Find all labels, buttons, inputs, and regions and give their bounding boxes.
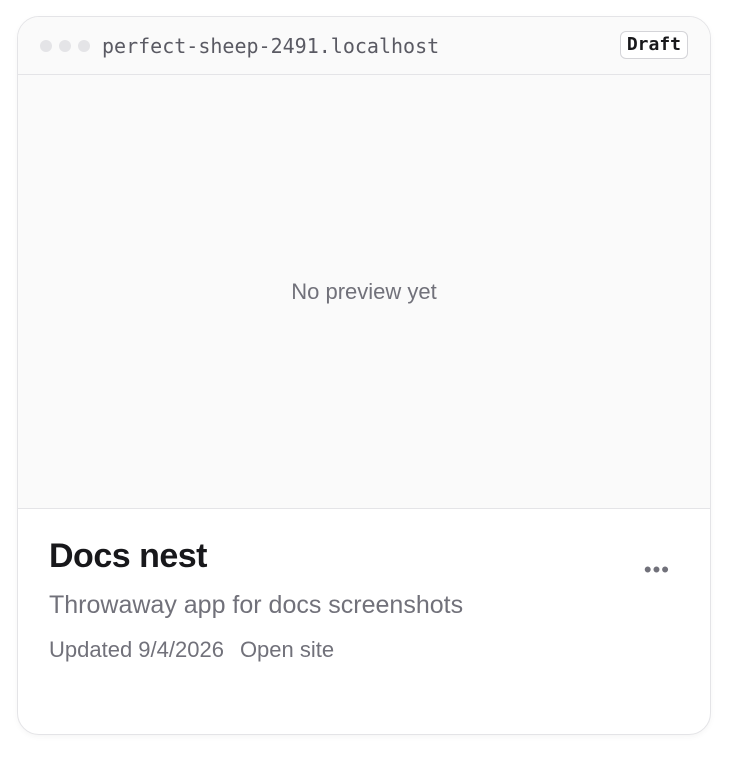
window-dot [40, 40, 52, 52]
preview-area[interactable]: No preview yet [18, 75, 710, 509]
updated-date: Updated 9/4/2026 [49, 637, 224, 662]
browser-bar: perfect-sheep-2491.localhost Draft [18, 17, 710, 75]
status-badge: Draft [619, 31, 688, 59]
window-dot [78, 40, 90, 52]
project-description: Throwaway app for docs screenshots [49, 591, 464, 619]
open-site-link[interactable]: Open site [240, 637, 334, 663]
project-card: perfect-sheep-2491.localhost Draft No pr… [17, 16, 711, 735]
preview-placeholder: No preview yet [291, 278, 437, 304]
hostname: perfect-sheep-2491.localhost [102, 34, 440, 58]
project-meta: Updated 9/4/2026 Open site [49, 637, 334, 663]
window-dots-icon [40, 40, 90, 52]
window-dot [59, 40, 71, 52]
more-icon[interactable]: ••• [644, 557, 670, 583]
project-title: Docs nest [49, 537, 208, 575]
